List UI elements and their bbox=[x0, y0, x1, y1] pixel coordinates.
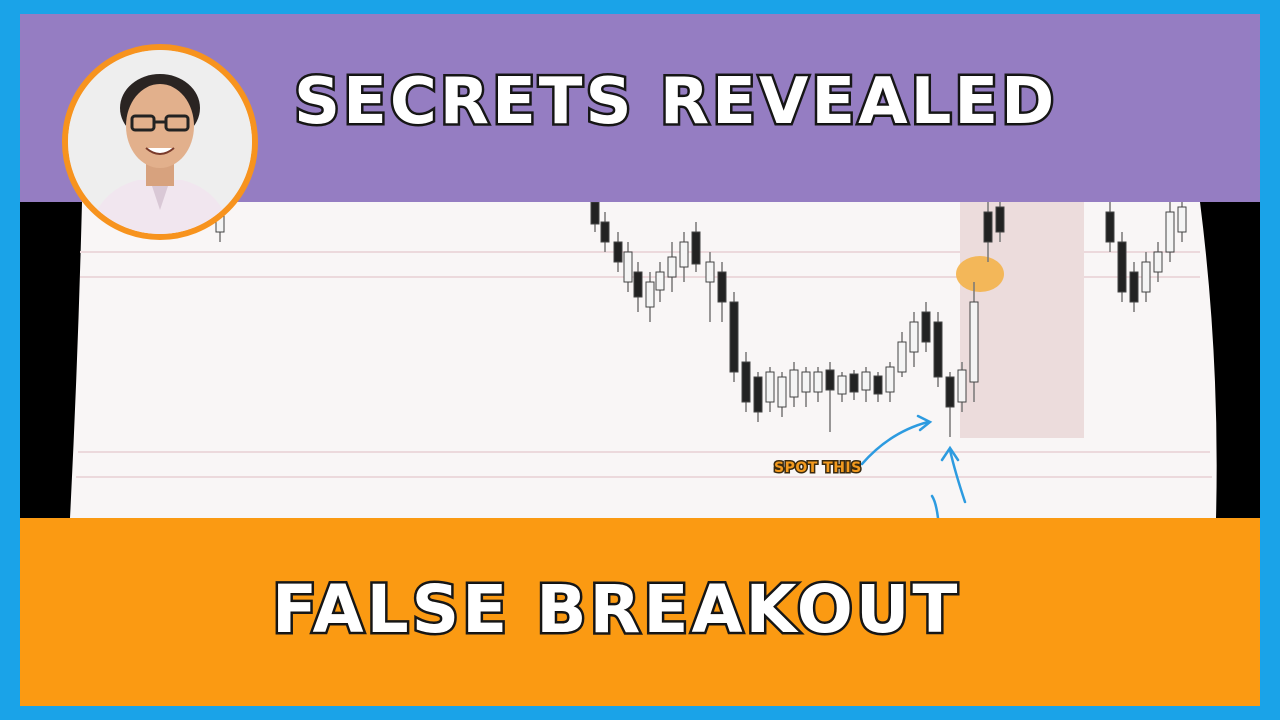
candle-body bbox=[969, 301, 979, 383]
candle-body bbox=[679, 241, 689, 268]
candle-body bbox=[1165, 211, 1175, 253]
candle-body bbox=[945, 376, 955, 408]
candle-body bbox=[729, 301, 739, 373]
candle-body bbox=[957, 369, 967, 403]
candle-body bbox=[897, 341, 907, 373]
candle-body bbox=[1153, 251, 1163, 273]
candle-body bbox=[1117, 241, 1127, 293]
candle-body bbox=[717, 271, 727, 303]
candle-body bbox=[655, 271, 665, 291]
candle-body bbox=[590, 202, 600, 225]
candle-body bbox=[909, 321, 919, 353]
candle-body bbox=[765, 371, 775, 403]
candle-body bbox=[813, 371, 823, 393]
bottom-banner: FALSE BREAKOUT bbox=[20, 518, 1260, 706]
candle-body bbox=[1105, 211, 1115, 243]
candlestick-chart-image bbox=[70, 202, 1217, 518]
candle-body bbox=[1141, 261, 1151, 293]
presenter-avatar bbox=[62, 44, 258, 240]
candle-body bbox=[613, 241, 623, 263]
spot-this-label: SPOT THIS bbox=[773, 459, 863, 478]
candle-body bbox=[633, 271, 643, 298]
candle-body bbox=[667, 256, 677, 278]
candle-body bbox=[691, 231, 701, 265]
candle-body bbox=[741, 361, 751, 403]
candle-body bbox=[837, 375, 847, 395]
candle-body bbox=[885, 366, 895, 393]
candle-body bbox=[933, 321, 943, 378]
candle-body bbox=[825, 369, 835, 391]
candle-body bbox=[623, 251, 633, 283]
candle-body bbox=[921, 311, 931, 343]
top-headline: SECRETS REVEALED bbox=[291, 63, 1058, 142]
candle-body bbox=[705, 261, 715, 283]
candle-body bbox=[801, 371, 811, 393]
candle-body bbox=[983, 211, 993, 243]
highlight-marker bbox=[956, 256, 1004, 292]
breakout-zone bbox=[960, 202, 1084, 438]
candle-body bbox=[995, 206, 1005, 233]
bottom-headline: FALSE BREAKOUT bbox=[269, 569, 961, 651]
candle-body bbox=[600, 221, 610, 243]
candle-body bbox=[645, 281, 655, 308]
candle-body bbox=[1129, 271, 1139, 303]
chart-strip: SPOT THIS bbox=[20, 202, 1260, 518]
candle-body bbox=[753, 376, 763, 413]
candle-body bbox=[1177, 206, 1187, 233]
presenter-photo bbox=[68, 50, 252, 234]
candle-body bbox=[861, 371, 871, 391]
thumbnail-frame: SECRETS REVEALED SPOT THIS FALSE BREAKOU… bbox=[0, 0, 1280, 720]
candle-body bbox=[789, 369, 799, 398]
candle-body bbox=[873, 375, 883, 395]
thumbnail-canvas: SECRETS REVEALED SPOT THIS FALSE BREAKOU… bbox=[20, 14, 1260, 706]
candle-body bbox=[849, 373, 859, 393]
candle-body bbox=[777, 376, 787, 408]
